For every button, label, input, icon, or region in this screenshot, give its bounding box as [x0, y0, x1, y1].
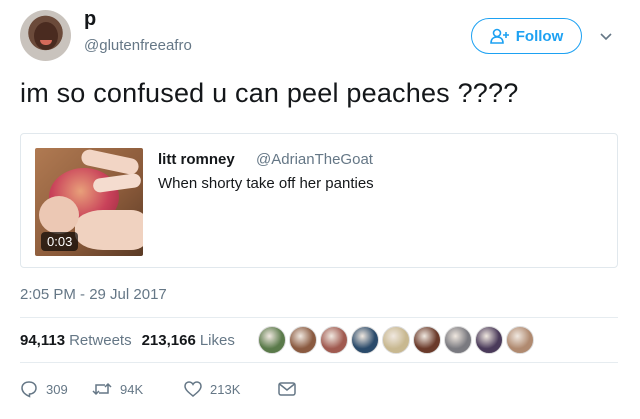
quoted-author-handle[interactable]: @AdrianTheGoat: [256, 151, 373, 168]
retweets-label: Retweets: [69, 332, 132, 349]
author-avatar[interactable]: [20, 10, 71, 61]
follow-button[interactable]: Follow: [471, 18, 582, 54]
hand-image: [75, 210, 143, 250]
retweet-count: 94K: [120, 381, 144, 397]
video-thumbnail[interactable]: 0:03: [35, 148, 143, 256]
chevron-down-icon[interactable]: [598, 28, 614, 44]
reply-count: 309: [46, 381, 68, 397]
tweet-actions: 309 94K 213K: [20, 380, 296, 398]
avatar-face: [34, 22, 58, 50]
quoted-tweet[interactable]: 0:03 litt romney @AdrianTheGoat When sho…: [20, 133, 618, 268]
likes-stat[interactable]: 213,166 Likes: [142, 332, 235, 349]
divider: [20, 362, 618, 363]
engagement-stats: 94,113 Retweets 213,166 Likes: [20, 332, 235, 349]
direct-message-button[interactable]: [278, 382, 296, 396]
author-handle[interactable]: @glutenfreeafro: [84, 37, 192, 54]
retweets-count: 94,113: [20, 332, 66, 349]
liker-avatar[interactable]: [289, 326, 317, 354]
reply-button[interactable]: 309: [20, 380, 92, 398]
quoted-text: When shorty take off her panties: [158, 175, 374, 192]
heart-icon: [184, 381, 202, 397]
author-name[interactable]: p: [84, 8, 96, 31]
tweet-timestamp[interactable]: 2:05 PM - 29 Jul 2017: [20, 286, 167, 303]
liker-avatar[interactable]: [475, 326, 503, 354]
like-count: 213K: [210, 381, 241, 397]
video-duration-badge: 0:03: [41, 232, 79, 251]
liker-avatar[interactable]: [382, 326, 410, 354]
liker-avatar[interactable]: [320, 326, 348, 354]
liker-avatars: [258, 326, 534, 354]
retweet-button[interactable]: 94K: [92, 381, 184, 397]
divider: [20, 317, 618, 318]
thumb-image: [39, 196, 79, 234]
quoted-author-name[interactable]: litt romney: [158, 151, 235, 168]
liker-avatar[interactable]: [351, 326, 379, 354]
retweets-stat[interactable]: 94,113 Retweets: [20, 332, 132, 349]
liker-avatar[interactable]: [258, 326, 286, 354]
liker-avatar[interactable]: [444, 326, 472, 354]
message-icon: [278, 382, 296, 396]
reply-icon: [21, 381, 37, 398]
person-plus-icon: [489, 28, 509, 44]
tweet-text: im so confused u can peel peaches ????: [20, 78, 519, 108]
retweet-icon: [92, 382, 112, 396]
liker-avatar[interactable]: [413, 326, 441, 354]
likes-count: 213,166: [141, 332, 196, 349]
like-button[interactable]: 213K: [184, 381, 278, 397]
follow-label: Follow: [515, 27, 564, 45]
liker-avatar[interactable]: [506, 326, 534, 354]
likes-label: Likes: [199, 332, 235, 349]
